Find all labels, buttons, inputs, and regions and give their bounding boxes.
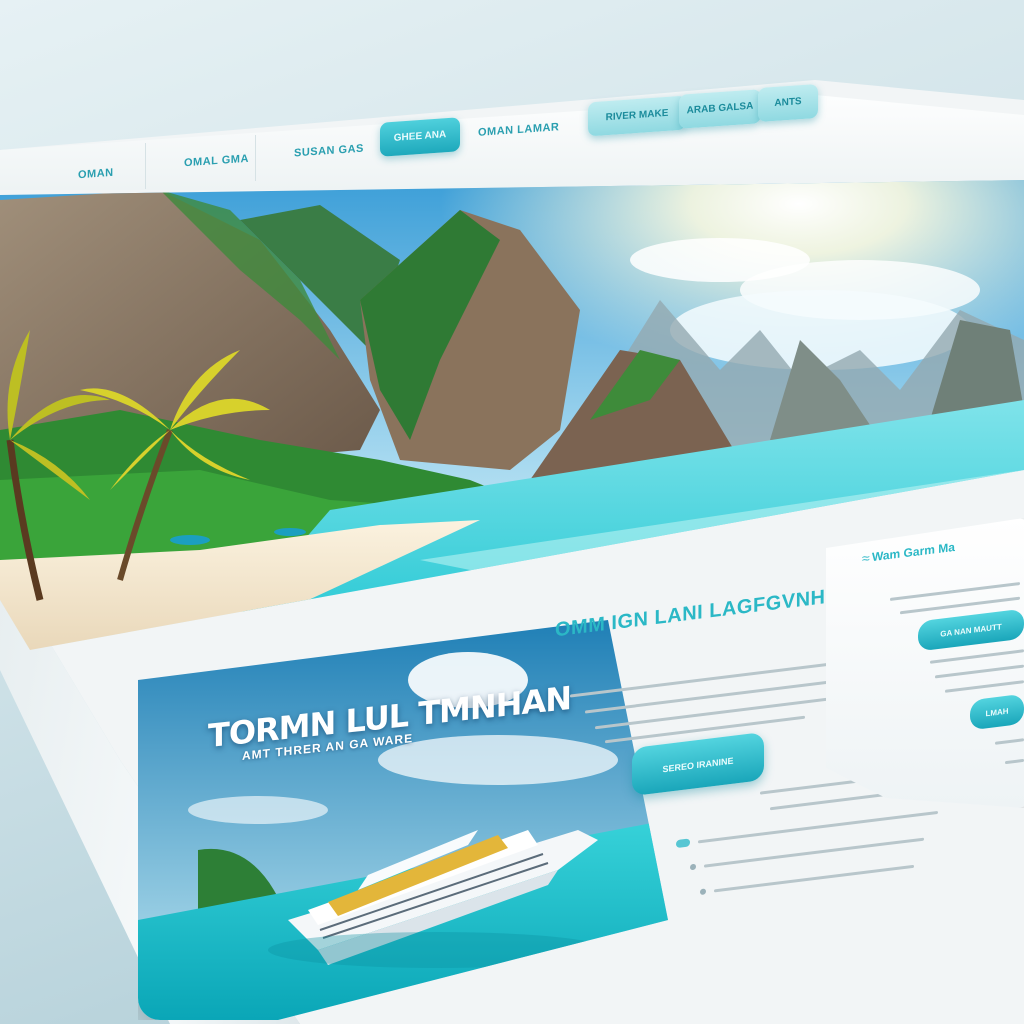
nav-item-1[interactable]: OMAN xyxy=(78,167,114,181)
nav-item-6[interactable]: RIVER MAKE xyxy=(588,95,686,137)
nav-item-8[interactable]: ANTS xyxy=(758,83,818,123)
nav-divider xyxy=(145,142,146,190)
nav-divider xyxy=(255,134,256,182)
nav-item-active[interactable]: GHEE ANA xyxy=(380,117,460,157)
bullet-icon xyxy=(690,863,696,871)
nav-item-7[interactable]: ARAB GALSA xyxy=(679,89,761,129)
wave-icon: ≈ xyxy=(862,549,870,567)
side-panel xyxy=(826,518,1024,808)
bullet-icon xyxy=(700,888,706,896)
